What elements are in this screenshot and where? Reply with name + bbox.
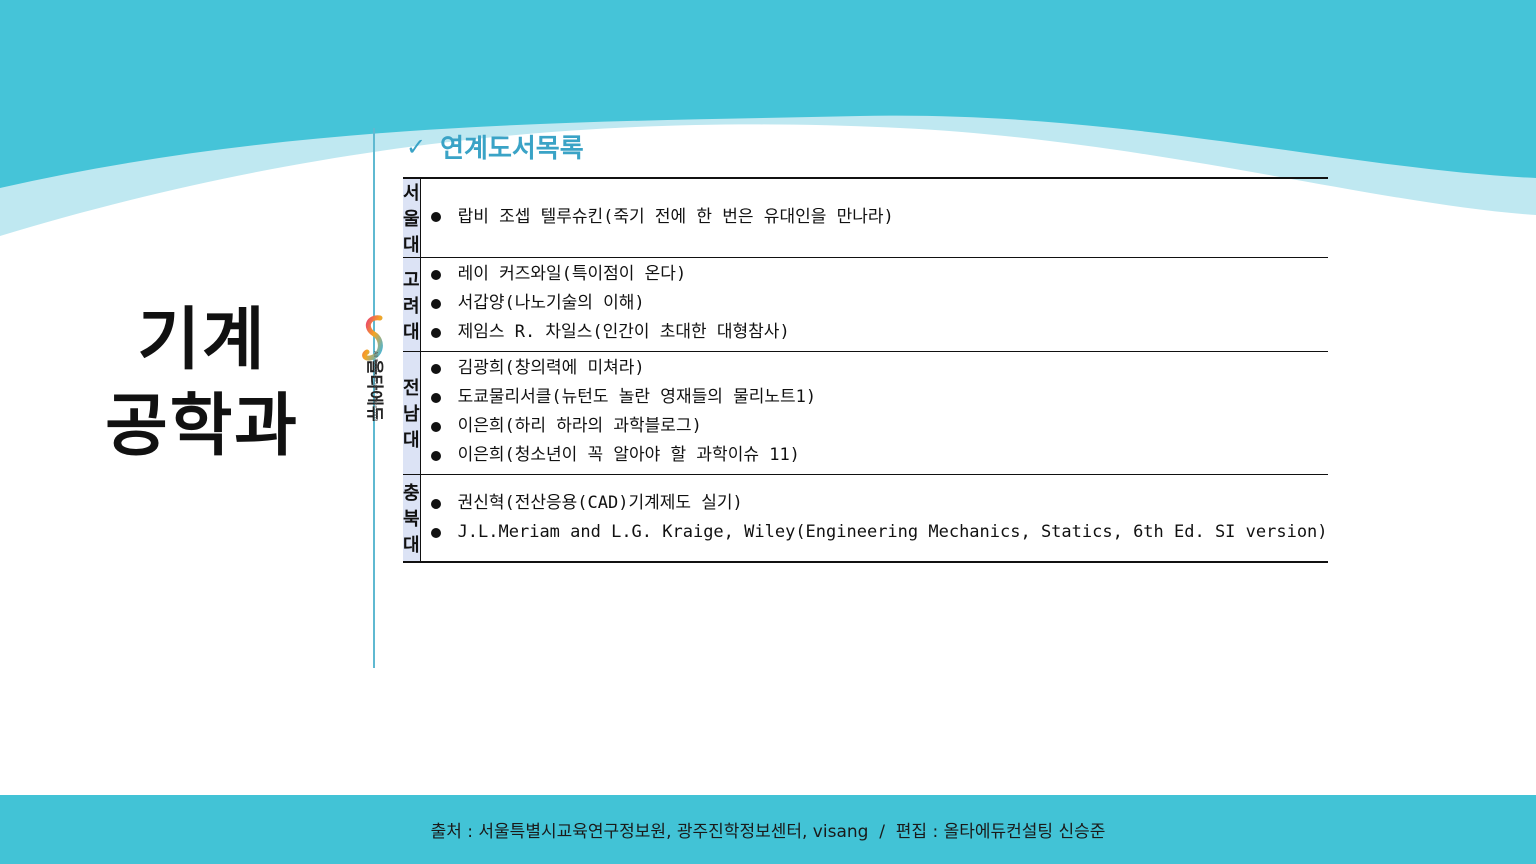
book-title: 제임스 R. 차일스(인간이 초대한 대형참사)	[457, 322, 790, 342]
university-cell: 서울대	[403, 177, 421, 258]
bullet-icon	[430, 298, 441, 309]
book-list-cell: 랍비 조셉 텔루슈킨(죽기 전에 한 번은 유대인을 만나라)	[420, 177, 1328, 258]
book-title: 도쿄물리서클(뉴턴도 놀란 영재들의 물리노트1)	[457, 387, 817, 407]
university-cell: 고려대	[403, 257, 421, 352]
bullet-icon	[430, 392, 441, 403]
table-row: 고려대 레이 커즈와일(특이점이 온다) 서갑양(나노기술의 이해) 제임스 R…	[403, 257, 1328, 352]
checkmark-icon: ✓	[406, 132, 427, 161]
book-title: J.L.Meriam and L.G. Kraige, Wiley(Engine…	[457, 522, 1328, 542]
list-item: 레이 커즈와일(특이점이 온다)	[430, 260, 1328, 289]
footer-bar: 출처 : 서울특별시교육연구정보원, 광주진학정보센터, visang / 편집…	[0, 795, 1536, 864]
book-title: 랍비 조셉 텔루슈킨(죽기 전에 한 번은 유대인을 만나라)	[457, 207, 894, 227]
table-row: 충북대 권신혁(전산응용(CAD)기계제도 실기) J.L.Meriam and…	[403, 474, 1328, 563]
book-title: 김광희(창의력에 미쳐라)	[457, 358, 645, 378]
book-list-cell: 레이 커즈와일(특이점이 온다) 서갑양(나노기술의 이해) 제임스 R. 차일…	[420, 257, 1328, 352]
list-item: 제임스 R. 차일스(인간이 초대한 대형참사)	[430, 318, 1328, 347]
list-item: 김광희(창의력에 미쳐라)	[430, 354, 1328, 383]
book-title: 서갑양(나노기술의 이해)	[457, 293, 645, 313]
list-item: 랍비 조셉 텔루슈킨(죽기 전에 한 번은 유대인을 만나라)	[430, 202, 1328, 232]
department-title-line1: 기계	[137, 301, 267, 380]
bullet-icon	[430, 527, 441, 538]
book-title: 이은희(청소년이 꼭 알아야 할 과학이슈 11)	[457, 445, 800, 465]
book-list-table: 서울대 랍비 조셉 텔루슈킨(죽기 전에 한 번은 유대인을 만나라) 고려대 …	[403, 177, 1328, 563]
department-title-line2: 공학과	[105, 387, 299, 466]
logo-subtext: All Ta Education / since2009	[372, 351, 378, 422]
section-heading: ✓ 연계도서목록	[406, 128, 584, 165]
list-item: 권신혁(전산응용(CAD)기계제도 실기)	[430, 489, 1328, 518]
table-row: 서울대 랍비 조셉 텔루슈킨(죽기 전에 한 번은 유대인을 만나라)	[403, 177, 1328, 258]
university-cell: 충북대	[403, 474, 421, 563]
bullet-icon	[430, 269, 441, 280]
list-item: 도쿄물리서클(뉴턴도 놀란 영재들의 물리노트1)	[430, 383, 1328, 412]
footer-source-text: 출처 : 서울특별시교육연구정보원, 광주진학정보센터, visang / 편집…	[430, 822, 1106, 842]
department-title: 기계 공학과	[92, 298, 312, 470]
book-list-cell: 권신혁(전산응용(CAD)기계제도 실기) J.L.Meriam and L.G…	[420, 474, 1328, 563]
list-item: 이은희(청소년이 꼭 알아야 할 과학이슈 11)	[430, 441, 1328, 470]
altaedu-logo: 올타에듀 All Ta Education / since2009	[356, 312, 396, 462]
list-item: 이은희(하리 하라의 과학블로그)	[430, 412, 1328, 441]
bullet-icon	[430, 212, 441, 222]
bullet-icon	[430, 327, 441, 338]
table-row: 전남대 김광희(창의력에 미쳐라) 도쿄물리서클(뉴턴도 놀란 영재들의 물리노…	[403, 351, 1328, 475]
book-title: 권신혁(전산응용(CAD)기계제도 실기)	[457, 493, 743, 513]
university-cell: 전남대	[403, 351, 421, 475]
section-title: 연계도서목록	[440, 134, 584, 164]
bullet-icon	[430, 421, 441, 432]
bullet-icon	[430, 498, 441, 509]
book-list-cell: 김광희(창의력에 미쳐라) 도쿄물리서클(뉴턴도 놀란 영재들의 물리노트1) …	[420, 351, 1328, 475]
book-title: 이은희(하리 하라의 과학블로그)	[457, 416, 702, 436]
list-item: 서갑양(나노기술의 이해)	[430, 289, 1328, 318]
book-title: 레이 커즈와일(특이점이 온다)	[457, 264, 687, 284]
bullet-icon	[430, 363, 441, 374]
bullet-icon	[430, 450, 441, 461]
list-item: J.L.Meriam and L.G. Kraige, Wiley(Engine…	[430, 518, 1328, 547]
